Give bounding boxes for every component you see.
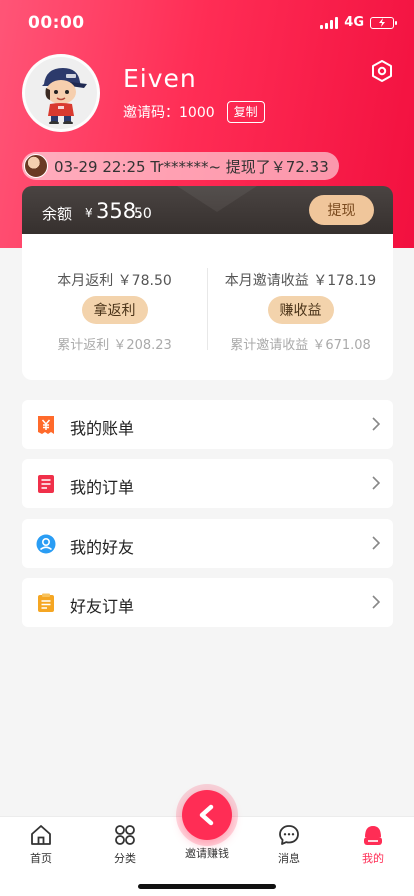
signal-icon [320, 16, 339, 29]
network-type: 4G [344, 15, 364, 30]
invite-code-row: 邀请码：1000 复制 [123, 101, 265, 123]
balance-label: 余额 [42, 205, 73, 223]
menu-item-my-bill[interactable]: 我的账单 [22, 400, 393, 449]
status-indicators: 4G [320, 15, 397, 30]
ticker-text: 03-29 22:25 Tr******~ 提现了￥72.33 [54, 157, 329, 176]
settings-hexagon-icon[interactable] [370, 59, 394, 83]
menu-label: 我的账单 [70, 419, 135, 438]
profile-icon [364, 826, 382, 845]
order-list-icon [38, 475, 54, 493]
invite-earn-button[interactable] [182, 790, 232, 840]
withdraw-button[interactable]: 提现 [309, 195, 374, 225]
invite-code-value: 1000 [179, 105, 215, 121]
monthly-invite-earnings: 本月邀请收益 ￥178.19 [224, 273, 377, 289]
menu-item-my-friends[interactable]: 我的好友 [22, 519, 393, 568]
invite-code-text: 邀请码：1000 [123, 102, 215, 122]
avatar[interactable] [22, 54, 100, 132]
balance-card: 余额 ¥ 358. 50 提现 [22, 186, 393, 234]
chevron-right-icon [372, 595, 380, 609]
bill-yen-icon [38, 416, 54, 434]
chevron-right-icon [372, 476, 380, 490]
rebate-column: 本月返利 ￥78.50 拿返利 累计返利 ￥208.23 [22, 234, 207, 380]
invite-code-label: 邀请码： [123, 105, 179, 121]
card-decoration [177, 186, 257, 212]
menu-item-my-orders[interactable]: 我的订单 [22, 459, 393, 508]
menu-label: 我的好友 [70, 538, 135, 557]
menu-label: 我的订单 [70, 478, 135, 497]
tab-label: 我的 [362, 852, 384, 865]
monthly-rebate: 本月返利 ￥78.50 [57, 273, 172, 289]
earn-income-button[interactable]: 赚收益 [267, 296, 334, 324]
tab-label: 首页 [30, 852, 52, 865]
tab-mine[interactable]: 我的 [343, 823, 403, 866]
tab-messages[interactable]: 消息 [259, 823, 319, 866]
copy-button[interactable]: 复制 [226, 101, 265, 123]
total-rebate: 累计返利 ￥208.23 [57, 338, 172, 353]
tab-category[interactable]: 分类 [95, 823, 155, 866]
get-rebate-button[interactable]: 拿返利 [81, 296, 148, 324]
clipboard-icon [38, 593, 54, 612]
tab-label: 分类 [114, 852, 136, 865]
invite-logo-icon [199, 804, 214, 826]
friend-user-icon [36, 534, 56, 554]
battery-charging-icon [370, 16, 397, 29]
status-time: 00:00 [28, 13, 85, 33]
total-invite-earnings: 累计邀请收益 ￥671.08 [230, 338, 371, 353]
balance-currency: ¥ [85, 206, 93, 220]
message-icon [279, 825, 299, 845]
earnings-card: 本月返利 ￥78.50 拿返利 累计返利 ￥208.23 本月邀请收益 ￥178… [22, 234, 393, 380]
username: Eiven [123, 64, 197, 93]
tab-label: 消息 [278, 852, 300, 865]
tab-home[interactable]: 首页 [11, 823, 71, 866]
home-icon [31, 825, 51, 845]
withdraw-ticker: 03-29 22:25 Tr******~ 提现了￥72.33 [22, 152, 339, 180]
home-indicator [138, 884, 276, 889]
tab-label-invite: 邀请赚钱 [185, 847, 229, 860]
chevron-right-icon [372, 417, 380, 431]
category-icon [115, 825, 135, 845]
menu-item-friend-orders[interactable]: 好友订单 [22, 578, 393, 627]
chevron-right-icon [372, 536, 380, 550]
status-bar: 00:00 4G [0, 0, 414, 46]
cartoon-boy-avatar-icon [42, 68, 87, 124]
menu-label: 好友订单 [70, 597, 135, 616]
ticker-avatar [24, 154, 48, 178]
balance-amount-decimal: 50 [134, 206, 152, 222]
invite-earnings-column: 本月邀请收益 ￥178.19 赚收益 累计邀请收益 ￥671.08 [208, 234, 393, 380]
